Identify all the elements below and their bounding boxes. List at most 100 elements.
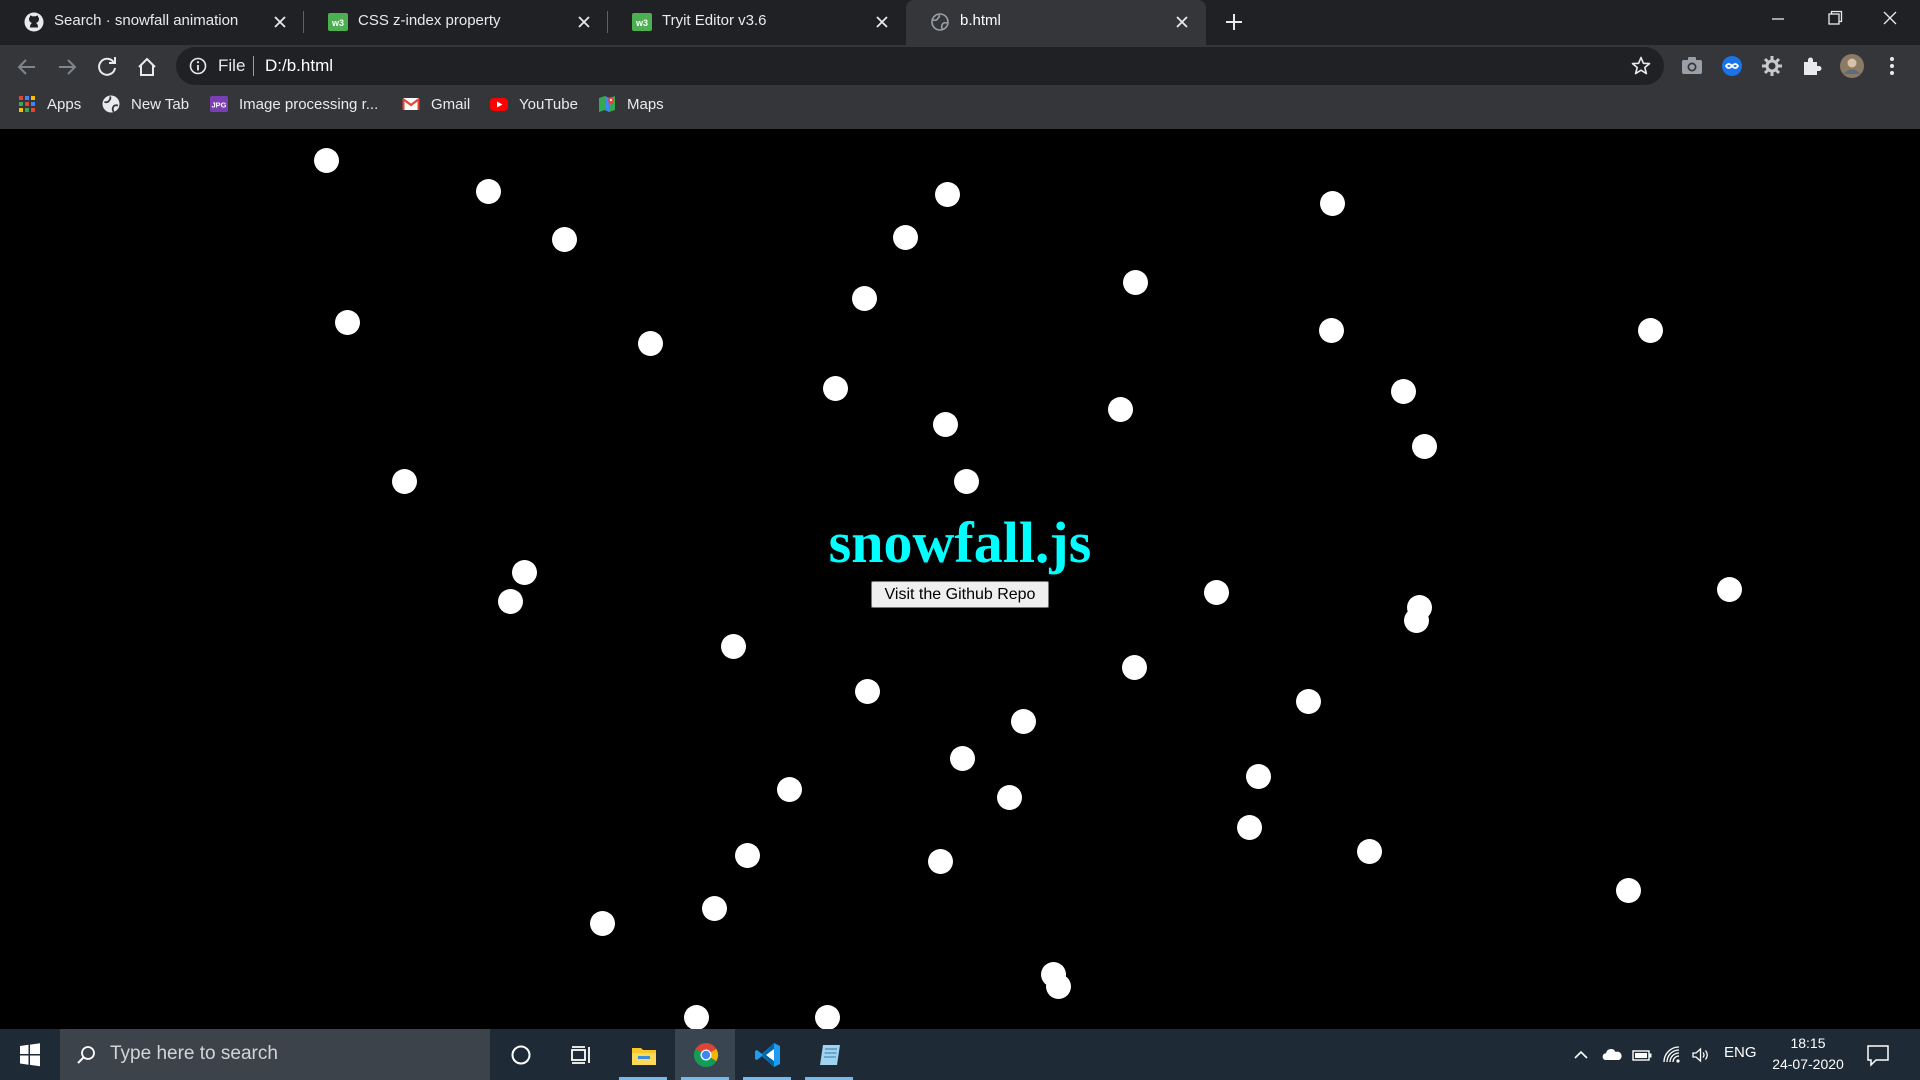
restore-window-icon[interactable] [1806,0,1862,40]
minimize-window-icon[interactable] [1750,0,1806,40]
bookmark-label: Image processing r... [239,95,379,113]
site-info-icon[interactable] [188,56,208,76]
snowflake [551,226,577,252]
tab-tryit-editor[interactable]: w3 Tryit Editor v3.6 [608,0,906,45]
cortana-button[interactable] [490,1029,550,1080]
close-window-icon[interactable] [1862,0,1918,40]
bookmark-gmail[interactable]: Gmail [401,92,470,116]
bookmark-image-processing[interactable]: JPG Image processing r... [209,92,378,116]
taskbar-search-box[interactable]: Type here to search [60,1029,490,1080]
youtube-icon [489,94,509,114]
bookmark-apps[interactable]: Apps [17,92,81,116]
apps-grid-icon [17,94,37,114]
camera-extension-icon[interactable] [1678,52,1706,80]
bookmark-star-icon[interactable] [1630,55,1652,77]
tab-title: CSS z-index property [358,12,501,29]
url-scheme-label: File [218,56,246,75]
snowflake [1122,269,1148,295]
notepad-icon [816,1041,844,1069]
back-arrow-icon[interactable] [11,51,43,83]
snowflake [589,910,615,936]
snowflake [1245,763,1271,789]
snowflake [1121,654,1147,680]
volume-speaker-icon[interactable] [1690,1044,1712,1066]
taskbar-vscode[interactable] [737,1029,797,1080]
vscode-icon [754,1041,782,1069]
snowflake [1203,579,1229,605]
search-placeholder: Type here to search [110,1043,278,1064]
maps-icon [597,94,617,114]
new-tab-plus-icon[interactable] [1221,9,1247,35]
extensions-puzzle-icon[interactable] [1798,52,1826,80]
snowflake [1236,814,1262,840]
search-icon [74,1043,98,1067]
url-text[interactable]: D:/b.html [265,56,333,76]
jpg-icon: JPG [209,94,229,114]
snowflake [1356,838,1382,864]
tab-b-html[interactable]: b.html [906,0,1206,45]
windows-start-icon[interactable] [0,1029,60,1080]
visit-github-button[interactable]: Visit the Github Repo [871,581,1049,608]
snowflake [1637,317,1663,343]
snowflake [1107,396,1133,422]
tab-search-snowfall[interactable]: Search · snowfall animation [0,0,304,45]
bookmark-youtube[interactable]: YouTube [489,92,578,116]
file-explorer-icon [630,1041,658,1069]
snowflake [1716,576,1742,602]
taskbar-notepad-app[interactable] [799,1029,859,1080]
snowflake [1411,433,1437,459]
taskbar-file-explorer[interactable] [613,1029,673,1080]
snowflake [1010,708,1036,734]
home-icon[interactable] [131,51,163,83]
infinity-extension-icon[interactable] [1718,52,1746,80]
snowflake [734,842,760,868]
snowflake [822,375,848,401]
wifi-icon[interactable] [1661,1044,1683,1066]
profile-avatar-icon[interactable] [1838,52,1866,80]
tab-close-icon[interactable] [270,12,290,32]
snowflake [701,895,727,921]
tab-close-icon[interactable] [574,12,594,32]
snowflake [953,468,979,494]
tab-close-icon[interactable] [872,12,892,32]
snowflake [475,178,501,204]
clock-time[interactable]: 18:15 [1768,1035,1848,1051]
gear-extension-icon[interactable] [1758,52,1786,80]
menu-kebab-icon[interactable] [1878,52,1906,80]
chrome-icon [692,1041,720,1069]
reload-icon[interactable] [91,51,123,83]
snowflake [934,181,960,207]
address-bar[interactable]: File D:/b.html [176,47,1664,85]
page-viewport: snowfall.js Visit the Github Repo [0,129,1920,1029]
bookmark-label: YouTube [519,95,578,113]
bookmark-label: Gmail [431,95,471,113]
taskbar-chrome[interactable] [675,1029,735,1080]
snowflake [497,588,523,614]
snowflake [1295,688,1321,714]
onedrive-cloud-icon[interactable] [1601,1044,1623,1066]
tab-close-icon[interactable] [1172,12,1192,32]
snowflake [776,776,802,802]
clock-date[interactable]: 24-07-2020 [1766,1056,1850,1072]
show-hidden-icons-chevron-icon[interactable] [1570,1044,1592,1066]
task-view-button[interactable] [550,1029,610,1080]
page-heading: snowfall.js [828,510,1092,575]
bookmark-new-tab[interactable]: New Tab [101,92,189,116]
browser-toolbar: File D:/b.html Apps New Tab JPG Image pr… [0,45,1920,129]
snowflake [334,309,360,335]
input-language-indicator[interactable]: ENG [1724,1044,1757,1061]
snowflake [892,224,918,250]
forward-arrow-icon[interactable] [51,51,83,83]
snowflake [996,784,1022,810]
tab-css-z-index[interactable]: w3 CSS z-index property [304,0,608,45]
snowflake [932,411,958,437]
url-divider [253,56,254,76]
snowflake [1318,317,1344,343]
action-center-notification-icon[interactable] [1864,1041,1892,1069]
snowflake [927,848,953,874]
battery-icon[interactable] [1631,1044,1653,1066]
snowflake [313,147,339,173]
bookmark-label: New Tab [131,95,190,113]
bookmark-maps[interactable]: Maps [597,92,664,116]
snowflake [637,330,663,356]
